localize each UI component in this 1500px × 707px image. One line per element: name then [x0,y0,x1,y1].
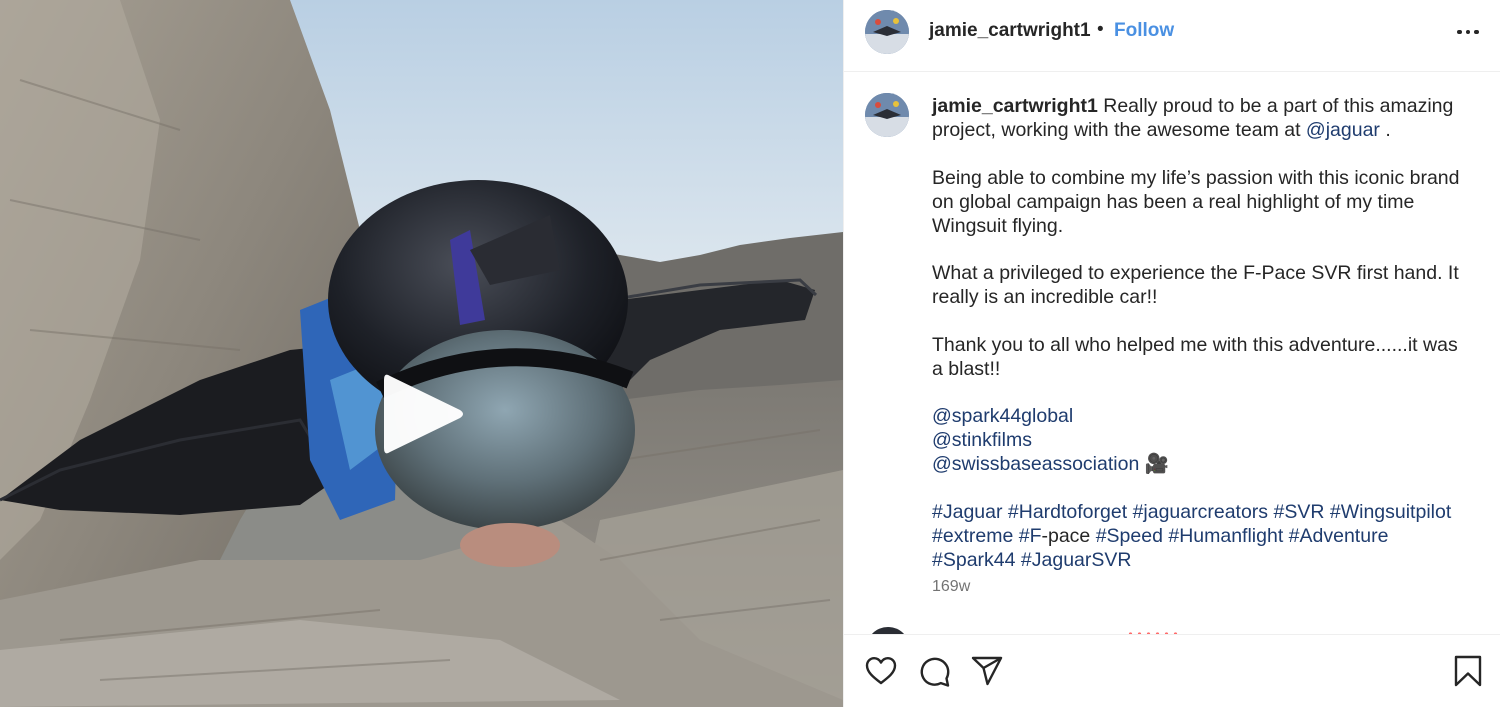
like-button[interactable] [864,654,898,688]
post-caption: jamie_cartwright1 Really proud to be a p… [932,94,1472,572]
paper-plane-icon [971,656,1003,686]
caption-intro-end: . [1379,119,1391,141]
comment-avatar[interactable] [866,627,910,634]
hashtag-humanflight[interactable]: #Humanflight [1168,525,1283,547]
caption-paragraph-2: Being able to combine my life’s passion … [932,166,1460,237]
mention-jaguar[interactable]: @jaguar [1306,119,1380,141]
post-header: jamie_cartwright1 • Follow [844,0,1500,72]
caption-paragraph-3: What a privileged to experience the F-Pa… [932,262,1459,308]
more-options-button[interactable] [1452,22,1484,42]
avatar-image [865,10,909,54]
hashtag-adventure[interactable]: #Adventure [1289,525,1389,547]
mention-swissbaseassociation[interactable]: @swissbaseassociation [932,453,1139,475]
mention-line: @spark44global [932,404,1472,428]
heart-icon [865,657,897,685]
header-separator: • [1097,19,1104,40]
mention-stinkfilms[interactable]: @stinkfilms [932,429,1032,451]
bookmark-icon [1454,655,1482,687]
hashtag-hardtoforget[interactable]: #Hardtoforget [1008,501,1127,523]
caption-author-avatar[interactable] [865,93,909,137]
hashtag-jaguarcreators[interactable]: #jaguarcreators [1133,501,1269,523]
comment-bubble-icon [920,657,950,687]
post-video[interactable] [0,0,843,707]
hashtag-extreme[interactable]: #extreme [932,525,1013,547]
post-details-panel: jamie_cartwright1 • Follow jamie_cartwri… [843,0,1500,707]
caption-area: jamie_cartwright1 Really proud to be a p… [844,72,1500,634]
post-timestamp[interactable]: 169w [932,578,970,596]
share-button[interactable] [970,654,1004,688]
more-horizontal-icon-dot [1465,29,1471,35]
hashtag-svr[interactable]: #SVR [1273,501,1324,523]
more-horizontal-icon-dot [1474,29,1479,35]
movie-camera-emoji: 🎥 [1144,453,1170,475]
hashtags-paragraph: #Jaguar #Hardtoforget #jaguarcreators #S… [932,500,1472,572]
save-button[interactable] [1451,654,1485,688]
hashtag-spark44[interactable]: #Spark44 [932,549,1015,571]
caption-paragraph-1: jamie_cartwright1 Really proud to be a p… [932,94,1472,142]
mention-spark44global[interactable]: @spark44global [932,405,1073,427]
hashtag-f-suffix: -pace [1041,524,1091,547]
hashtag-wingsuitpilot[interactable]: #Wingsuitpilot [1330,501,1451,523]
follow-button[interactable]: Follow [1114,20,1174,42]
mention-line: @stinkfilms [932,428,1472,452]
hashtag-jaguarsvr[interactable]: #JaguarSVR [1021,549,1132,571]
hashtag-f[interactable]: #F [1019,525,1042,547]
caption-username[interactable]: jamie_cartwright1 [932,95,1098,117]
post-actions-bar [844,634,1500,707]
hashtag-speed[interactable]: #Speed [1096,525,1163,547]
video-frame-wingsuit-flyer [0,0,843,707]
play-button[interactable] [378,368,470,460]
mention-line: @swissbaseassociation 🎥 [932,452,1472,476]
caption-paragraph-4: Thank you to all who helped me with this… [932,333,1458,380]
hashtag-jaguar[interactable]: #Jaguar [932,501,1002,523]
comment-button[interactable] [917,654,951,688]
author-avatar[interactable] [865,10,909,54]
author-username[interactable]: jamie_cartwright1 [929,20,1091,42]
more-horizontal-icon [1457,29,1462,35]
avatar-image [865,93,909,137]
play-icon [384,374,463,454]
